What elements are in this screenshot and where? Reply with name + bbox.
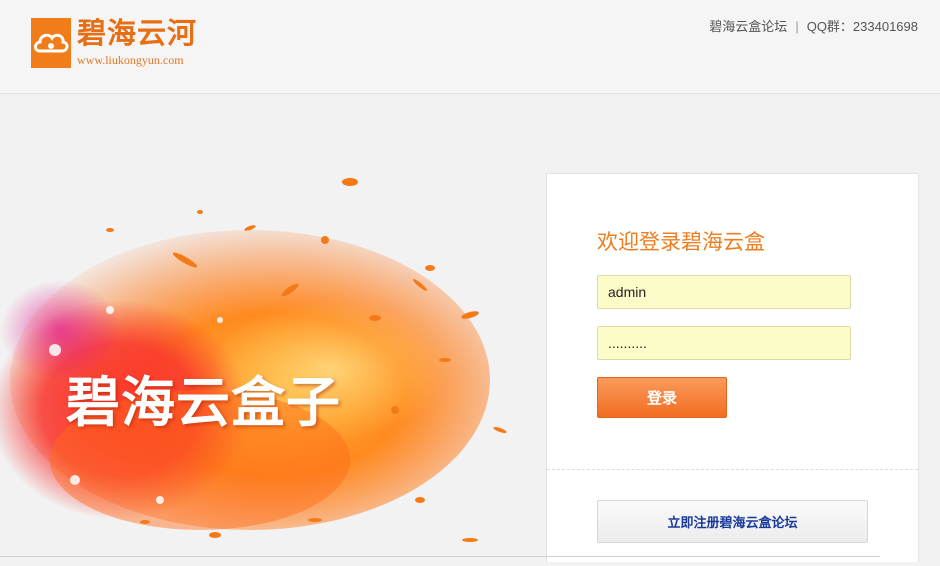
- site-logo[interactable]: 碧海云河 www.liukongyun.com: [31, 15, 201, 71]
- header-links: 碧海云盒论坛 | QQ群：233401698: [709, 16, 918, 35]
- welcome-heading: 欢迎登录碧海云盒: [597, 231, 765, 254]
- header: 碧海云河 www.liukongyun.com 碧海云盒论坛 | QQ群：23340…: [0, 0, 940, 94]
- cloud-logo-icon: [31, 18, 71, 68]
- splash-art: 碧海云盒子: [0, 160, 540, 561]
- password-input[interactable]: [597, 326, 851, 360]
- login-panel: 欢迎登录碧海云盒 登录 立即注册碧海云盒论坛: [546, 173, 919, 562]
- panel-divider: [547, 469, 918, 470]
- register-button[interactable]: 立即注册碧海云盒论坛: [597, 500, 868, 543]
- bottom-divider: [0, 556, 880, 557]
- splash-title: 碧海云盒子: [66, 371, 341, 434]
- forum-link[interactable]: 碧海云盒论坛: [709, 19, 787, 34]
- login-button[interactable]: 登录: [597, 377, 727, 418]
- logo-title: 碧海云河: [77, 16, 198, 50]
- username-input[interactable]: [597, 275, 851, 309]
- logo-url: www.liukongyun.com: [77, 53, 184, 67]
- qq-group-text: QQ群：233401698: [806, 19, 918, 34]
- header-separator: |: [795, 19, 799, 34]
